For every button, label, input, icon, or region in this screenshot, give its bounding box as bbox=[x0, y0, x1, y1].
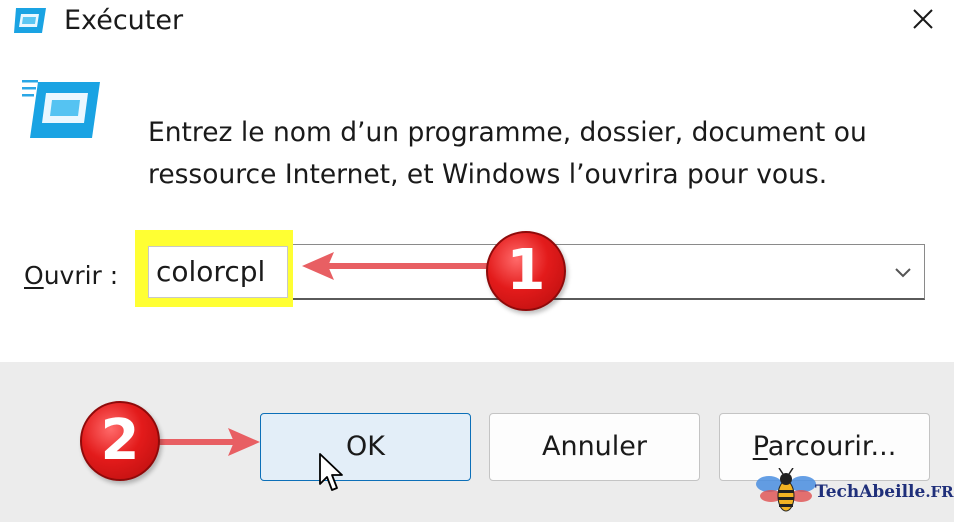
cancel-button[interactable]: Annuler bbox=[489, 413, 700, 481]
open-input[interactable]: colorcpl bbox=[148, 246, 288, 298]
title-bar: Exécuter bbox=[0, 0, 954, 44]
window-title: Exécuter bbox=[64, 5, 184, 36]
run-app-icon bbox=[14, 8, 46, 33]
chevron-down-icon[interactable] bbox=[888, 258, 918, 288]
open-label: Ouvrir : bbox=[24, 258, 118, 294]
dialog-body bbox=[0, 44, 954, 362]
bee-logo-icon bbox=[756, 468, 816, 512]
annotation-arrow-2 bbox=[158, 428, 260, 456]
open-label-accesskey: O bbox=[24, 261, 44, 290]
mouse-pointer-icon bbox=[319, 453, 343, 491]
watermark-name: TechAbeille bbox=[815, 482, 926, 502]
dialog-description: Entrez le nom d’un programme, dossier, d… bbox=[148, 117, 867, 190]
run-app-icon bbox=[22, 80, 100, 138]
step-1-badge: 1 bbox=[486, 231, 566, 311]
step-2-badge: 2 bbox=[80, 401, 160, 481]
ok-button[interactable]: OK bbox=[260, 413, 471, 481]
watermark-suffix: .FR bbox=[925, 483, 954, 501]
close-icon[interactable] bbox=[908, 4, 938, 34]
browse-label: arcourir... bbox=[767, 431, 897, 462]
annotation-arrow-1 bbox=[302, 252, 496, 280]
watermark-text: TechAbeille.FR bbox=[815, 482, 954, 502]
watermark: TechAbeille.FR bbox=[755, 468, 954, 516]
browse-accesskey: P bbox=[752, 431, 768, 462]
open-label-text: uvrir : bbox=[43, 261, 119, 290]
